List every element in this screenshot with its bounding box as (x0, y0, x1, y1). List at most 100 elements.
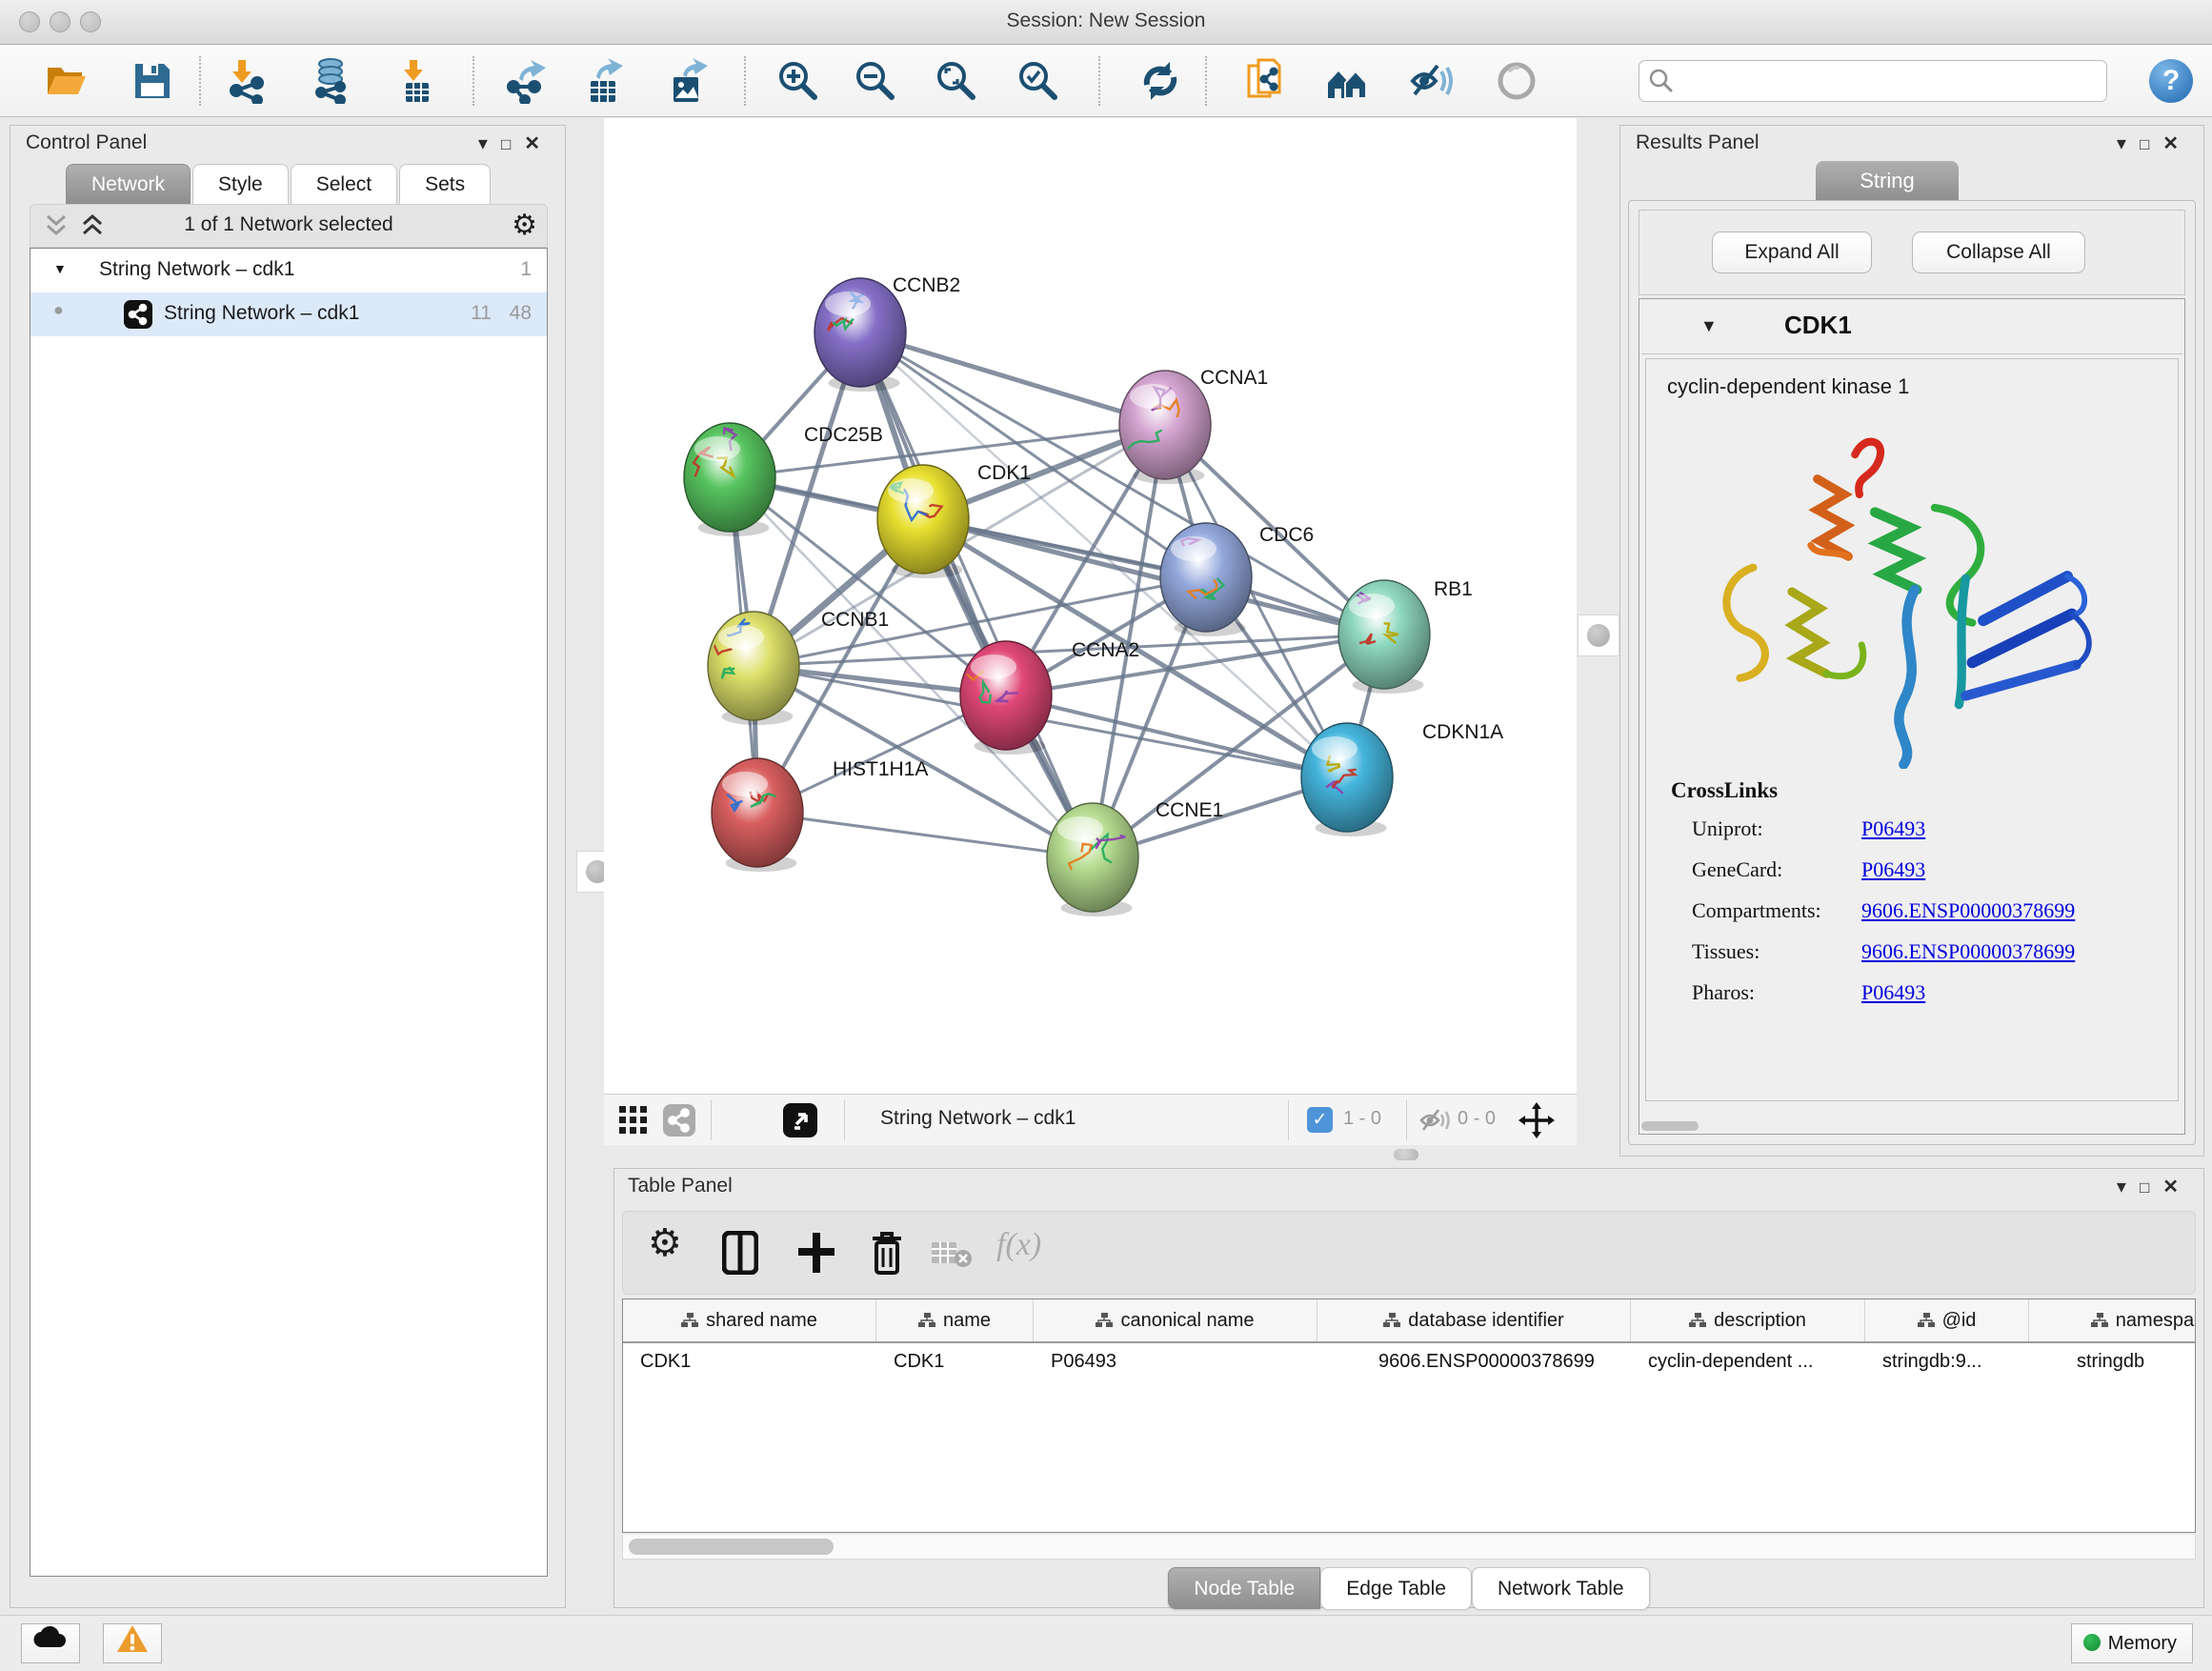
control-panel-float-icon[interactable]: □ (501, 135, 524, 153)
export-image-button[interactable] (666, 58, 712, 104)
results-panel-menu-icon[interactable]: ▾ (2117, 133, 2140, 154)
zoom-fit-button[interactable] (934, 58, 979, 104)
hidden-counts: 0 - 0 (1458, 1108, 1496, 1130)
column-header-name[interactable]: name (876, 1299, 1034, 1341)
status-bar: Memory (0, 1615, 2212, 1671)
network-graph[interactable]: CCNB2CCNA1CDC25BCDK1CDC6RB1CCNB1CCNA2CDK… (604, 118, 1577, 1094)
first-neighbors-button[interactable] (1324, 58, 1370, 104)
tab-network[interactable]: Network (66, 164, 191, 204)
column-header-description[interactable]: description (1631, 1299, 1865, 1341)
birds-eye-view-toggle-icon[interactable] (783, 1103, 817, 1142)
tab-string[interactable]: String (1816, 161, 1959, 201)
network-canvas[interactable]: CCNB2CCNA1CDC25BCDK1CDC6RB1CCNB1CCNA2CDK… (604, 118, 1577, 1094)
table-panel-float-icon[interactable]: □ (2140, 1178, 2162, 1197)
crosslink-link[interactable]: 9606.ENSP00000378699 (1861, 898, 2075, 923)
column-header-shared-name[interactable]: shared name (623, 1299, 876, 1341)
svg-text:CDK1: CDK1 (977, 462, 1031, 484)
network-edge-count: 48 (510, 302, 532, 325)
zoom-out-button[interactable] (853, 58, 898, 104)
add-column-icon[interactable] (796, 1231, 836, 1279)
results-horizontal-scrollbar[interactable] (1641, 1121, 1699, 1131)
string-view-icon[interactable] (663, 1104, 695, 1141)
table-row[interactable]: CDK1 CDK1 P06493 9606.ENSP00000378699 cy… (623, 1343, 2195, 1383)
collection-expand-arrow-icon[interactable]: ▼ (53, 261, 67, 276)
apply-layout-button[interactable] (1137, 58, 1183, 104)
crosslinks-section: CrossLinks Uniprot: P06493 GeneCard: P06… (1671, 778, 2166, 1021)
gene-collapse-arrow-icon[interactable]: ▼ (1700, 316, 1718, 336)
column-header-database-identifier[interactable]: database identifier (1317, 1299, 1631, 1341)
tab-sets[interactable]: Sets (399, 164, 491, 204)
import-table-file-button[interactable] (394, 58, 440, 104)
column-header-canonical-name[interactable]: canonical name (1034, 1299, 1317, 1341)
node-table: shared name name canonical name database… (622, 1299, 2196, 1533)
network-collection-row[interactable]: ▼ String Network – cdk1 1 (30, 249, 547, 292)
control-panel-close-icon[interactable]: ✕ (524, 133, 553, 154)
table-panel-menu-icon[interactable]: ▾ (2117, 1177, 2140, 1198)
string-network-icon (124, 300, 152, 334)
tab-style[interactable]: Style (192, 164, 289, 204)
right-splitter-handle[interactable] (1578, 614, 1619, 656)
gene-section-header[interactable]: ▼ CDK1 (1641, 301, 2182, 354)
network-node-count: 11 (471, 302, 492, 325)
crosslink-link[interactable]: P06493 (1861, 857, 1925, 882)
results-buttons-row: Expand All Collapse All (1639, 210, 2185, 295)
expand-all-button[interactable]: Expand All (1712, 232, 1872, 273)
crosslink-label: Uniprot: (1671, 816, 1861, 841)
crosslink-label: Pharos: (1671, 980, 1861, 1005)
clone-network-button[interactable] (1243, 58, 1289, 104)
collapse-all-button[interactable]: Collapse All (1912, 232, 2085, 273)
svg-text:CDC6: CDC6 (1259, 524, 1314, 546)
selected-nodes-checkbox[interactable]: ✓ (1307, 1107, 1333, 1133)
help-button[interactable]: ? (2149, 59, 2193, 103)
zoom-in-button[interactable] (775, 58, 821, 104)
crosslink-label: Compartments: (1671, 898, 1861, 923)
toolbar-separator (711, 1100, 712, 1140)
table-options-gear-icon[interactable]: ⚙ (648, 1221, 682, 1265)
column-header-id[interactable]: @id (1865, 1299, 2029, 1341)
column-header-namespace[interactable]: namespace (2029, 1299, 2196, 1341)
crosslink-row: Tissues: 9606.ENSP00000378699 (1671, 939, 2166, 964)
fit-selection-crosshair-icon[interactable] (1518, 1102, 1555, 1143)
tab-edge-table[interactable]: Edge Table (1320, 1567, 1472, 1609)
table-panel-title: Table Panel (628, 1175, 733, 1198)
network-list-toolbar: 1 of 1 Network selected ⚙ (30, 204, 548, 248)
network-options-gear-icon[interactable]: ⚙ (512, 209, 537, 242)
table-scrollbar-thumb[interactable] (629, 1539, 834, 1555)
crosslink-link[interactable]: P06493 (1861, 816, 1925, 841)
collection-count: 1 (520, 258, 532, 281)
warning-status-button[interactable] (103, 1623, 162, 1663)
show-columns-icon[interactable] (722, 1231, 758, 1279)
table-horizontal-scrollbar[interactable] (622, 1535, 2196, 1560)
memory-button[interactable]: Memory (2071, 1623, 2193, 1663)
crosslink-link[interactable]: 9606.ENSP00000378699 (1861, 939, 2075, 964)
search-input[interactable] (1639, 60, 2107, 102)
show-hide-graphics-button[interactable] (1409, 58, 1455, 104)
horizontal-splitter-handle[interactable] (1394, 1149, 1418, 1160)
import-network-file-button[interactable] (225, 58, 271, 104)
zoom-selected-button[interactable] (1016, 58, 1061, 104)
save-session-button[interactable] (130, 58, 175, 104)
grid-view-icon[interactable] (619, 1106, 648, 1139)
tab-node-table[interactable]: Node Table (1168, 1567, 1320, 1609)
cell-canonical-name: P06493 (1034, 1343, 1317, 1383)
tab-select[interactable]: Select (291, 164, 397, 204)
gene-description: cyclin-dependent kinase 1 (1667, 374, 1909, 399)
crosslink-link[interactable]: P06493 (1861, 980, 1925, 1005)
results-panel-close-icon[interactable]: ✕ (2162, 133, 2192, 154)
export-table-button[interactable] (581, 58, 627, 104)
cell-name: CDK1 (876, 1343, 1034, 1383)
table-panel-close-icon[interactable]: ✕ (2162, 1177, 2192, 1198)
results-panel-float-icon[interactable]: □ (2140, 135, 2162, 153)
export-network-button[interactable] (504, 58, 550, 104)
network-row[interactable]: ● String Network – cdk1 11 48 (30, 292, 547, 336)
import-network-database-button[interactable] (310, 58, 355, 104)
tab-network-table[interactable]: Network Table (1472, 1567, 1650, 1609)
cloud-status-button[interactable] (21, 1623, 80, 1663)
open-session-button[interactable] (44, 58, 90, 104)
delete-column-icon[interactable] (869, 1231, 905, 1279)
control-panel-menu-icon[interactable]: ▾ (478, 133, 501, 154)
crosslink-label: Tissues: (1671, 939, 1861, 964)
memory-status-dot (2083, 1634, 2101, 1651)
hidden-elements-icon[interactable] (1419, 1107, 1450, 1138)
control-panel-title: Control Panel (26, 131, 147, 154)
